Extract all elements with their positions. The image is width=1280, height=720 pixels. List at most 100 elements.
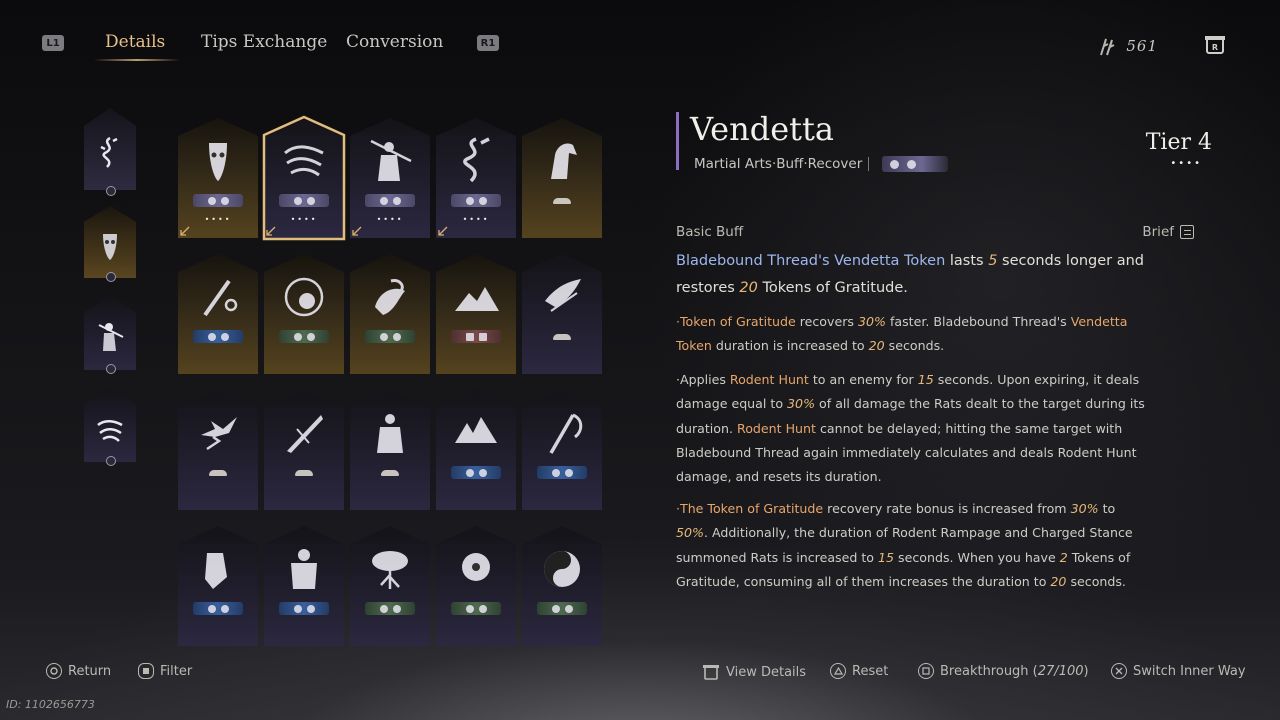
reset-hint[interactable]: Reset: [830, 663, 888, 679]
effect-paragraph-2: ·Applies Rodent Hunt to an enemy for 15 …: [676, 368, 1146, 489]
card-bell[interactable]: [178, 254, 258, 374]
type-badge: [537, 330, 587, 343]
swordsman-icon: [98, 322, 124, 351]
slot-dragon[interactable]: [84, 108, 136, 190]
element-icon: [220, 196, 229, 205]
effect-term: ·The Token of Gratitude: [676, 501, 824, 516]
breakthrough-text: ): [1083, 663, 1089, 679]
detail-title: Vendetta: [690, 110, 834, 148]
effect-text: to: [1098, 501, 1116, 516]
element-icon: [392, 604, 401, 613]
card-swallows[interactable]: [178, 390, 258, 510]
type-badge: [193, 194, 243, 207]
effect-text: recovery rate bonus is increased from: [823, 501, 1071, 516]
type-icon: [207, 196, 216, 205]
list-icon: [1180, 225, 1194, 239]
effect-number: 30%: [1070, 501, 1099, 516]
effect-text: recovers: [795, 314, 858, 329]
card-gourd[interactable]: [350, 254, 430, 374]
element-icon: [392, 196, 401, 205]
detail-subtitle: Martial Arts·Buff·Recover: [694, 156, 863, 172]
element-icon: [220, 604, 229, 613]
tab-conversion[interactable]: Conversion: [346, 32, 443, 52]
switch-label: Switch Inner Way: [1133, 663, 1246, 679]
effect-number: 2: [1059, 549, 1068, 565]
card-flower[interactable]: [436, 526, 516, 646]
type-badge: [451, 194, 501, 207]
reset-label: Reset: [852, 663, 889, 679]
r3-stick-icon[interactable]: R: [1204, 34, 1226, 56]
touchpad-button-icon: [138, 663, 154, 679]
type-icon: [465, 604, 474, 613]
brief-toggle[interactable]: Brief: [1142, 224, 1194, 240]
effect-term: Rodent Hunt: [737, 420, 816, 436]
r3-stick-icon: [703, 665, 719, 680]
type-badge: [365, 602, 415, 615]
filter-hint[interactable]: Filter: [138, 663, 192, 679]
corner-mark-icon: [180, 226, 190, 236]
effect-term: Rodent Hunt: [729, 372, 809, 387]
type-badge: [882, 156, 948, 172]
slot-ring: [106, 186, 116, 196]
arrow-icon: [890, 159, 899, 169]
breakthrough-text: Breakthrough (: [940, 663, 1038, 679]
element-icon: [564, 604, 573, 613]
card-scythe[interactable]: [522, 390, 602, 510]
switch-inner-way-hint[interactable]: Switch Inner Way: [1111, 663, 1246, 679]
r1-button-hint[interactable]: R1: [477, 35, 499, 51]
breakthrough-count: 27/100: [1037, 663, 1084, 679]
effect-number: 20: [1050, 573, 1067, 589]
palm-icon: [205, 553, 227, 590]
type-icon: [465, 196, 474, 205]
card-yinyang[interactable]: [522, 526, 602, 646]
slot-swordsman[interactable]: [84, 296, 136, 370]
element-icon: [392, 332, 401, 341]
tier-value: 4: [1198, 130, 1212, 155]
scythe-icon: [549, 413, 583, 455]
dragon-icon: [100, 137, 118, 168]
type-badge: [193, 330, 243, 343]
effect-text: faster. Bladebound Thread's: [885, 314, 1071, 329]
type-icon: [465, 468, 474, 477]
mound-icon: [553, 197, 571, 204]
slot-vendetta[interactable]: [84, 388, 136, 462]
card-peaks[interactable]: [436, 390, 516, 510]
card-swordsman[interactable]: ••••: [350, 118, 430, 238]
view-details-hint[interactable]: View Details: [702, 663, 806, 681]
card-crow[interactable]: [522, 254, 602, 374]
type-icon: [207, 604, 216, 613]
crow-icon: [545, 279, 581, 313]
type-badge: [537, 602, 587, 615]
card-horse[interactable]: [522, 118, 602, 238]
breakthrough-hint[interactable]: Breakthrough (27/100): [918, 663, 1089, 679]
card-warrior[interactable]: [350, 390, 430, 510]
tab-tips-exchange[interactable]: Tips Exchange: [201, 32, 327, 52]
type-icon: [207, 332, 216, 341]
swallows-icon: [201, 417, 237, 451]
type-icon: [379, 196, 388, 205]
element-icon: [564, 468, 573, 477]
type-icon: [293, 332, 302, 341]
slot-mask[interactable]: [84, 206, 136, 278]
card-palm[interactable]: [178, 526, 258, 646]
tier-dots: ••••: [376, 215, 404, 224]
tab-details[interactable]: Details: [105, 32, 165, 52]
card-armor[interactable]: [264, 526, 344, 646]
type-icon: [379, 604, 388, 613]
card-tree[interactable]: [350, 526, 430, 646]
effect-text: seconds.: [884, 338, 945, 354]
return-hint[interactable]: Return: [46, 663, 111, 679]
element-icon: [306, 332, 315, 341]
card-mask[interactable]: ••••: [178, 118, 258, 238]
slot-ring: [106, 272, 116, 282]
card-dragon[interactable]: ••••: [436, 118, 516, 238]
dragon-icon: [463, 137, 490, 183]
card-blade[interactable]: [264, 390, 344, 510]
mound-icon: [295, 469, 313, 476]
card-mountain[interactable]: [436, 254, 516, 374]
desc-number: 20: [739, 280, 758, 296]
effect-number: 30%: [857, 314, 886, 329]
horse-icon: [551, 143, 577, 180]
card-lotus[interactable]: [264, 254, 344, 374]
l1-button-hint[interactable]: L1: [42, 35, 64, 51]
